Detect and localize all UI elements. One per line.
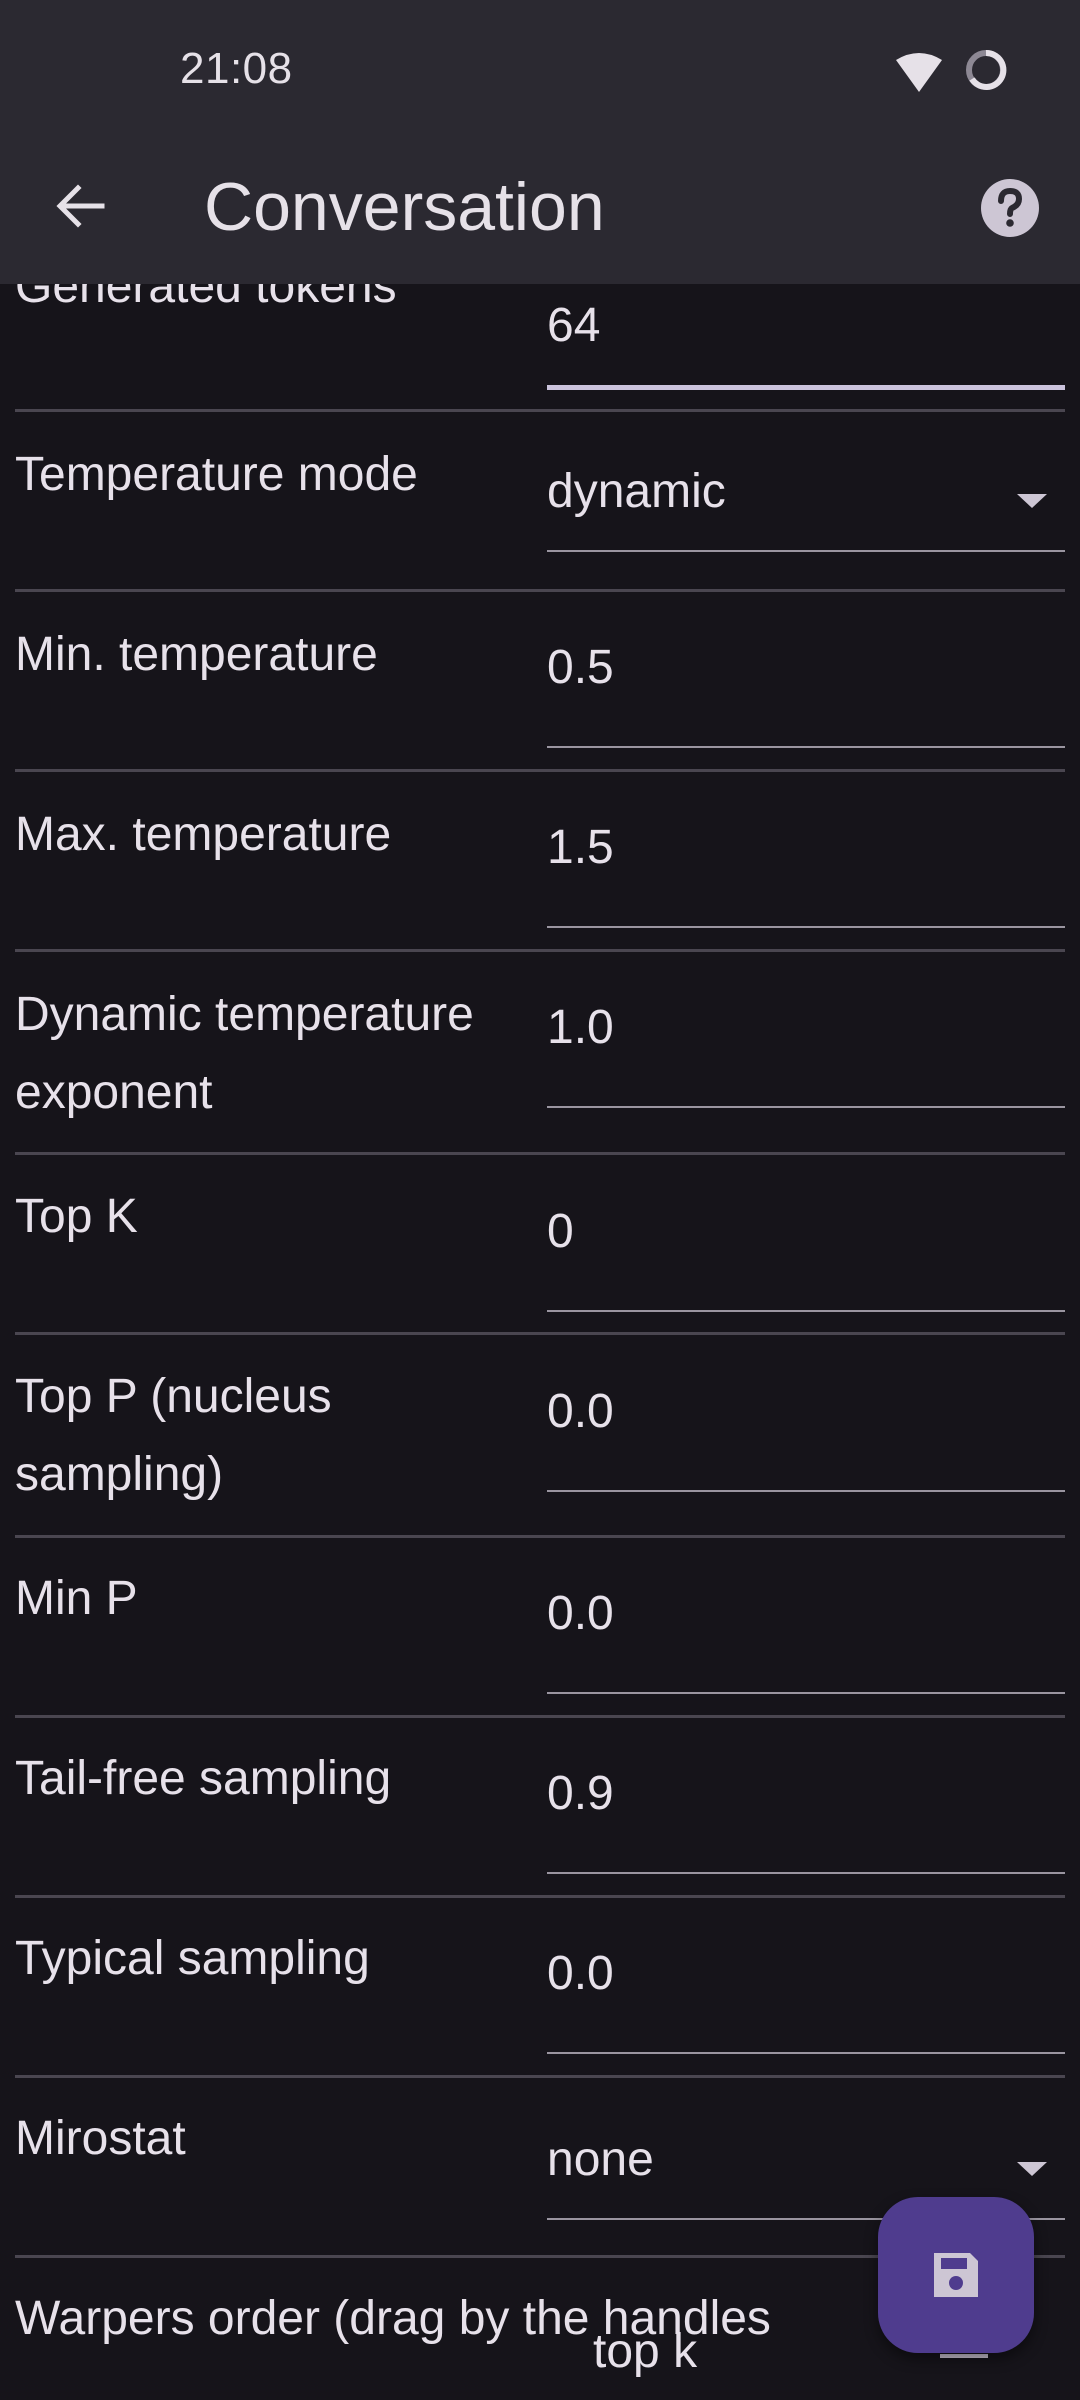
dropdown-arrow-icon bbox=[1017, 2162, 1047, 2176]
settings-list: Generated tokens 64 Temperature mode dyn… bbox=[0, 284, 1080, 2400]
field-value: 64 bbox=[547, 299, 601, 352]
arrow-back-icon bbox=[56, 184, 105, 228]
field-underline bbox=[547, 1106, 1065, 1108]
help-button[interactable] bbox=[970, 168, 1050, 248]
field-underline bbox=[547, 1490, 1065, 1492]
field-value: 0.0 bbox=[547, 1385, 614, 1438]
back-button[interactable] bbox=[40, 166, 120, 246]
field-value: 0.5 bbox=[547, 641, 614, 694]
drag-handle-icon[interactable] bbox=[940, 2354, 988, 2358]
warper-item-top-k: top k bbox=[593, 2325, 698, 2378]
page-title: Conversation bbox=[204, 169, 605, 245]
app-bar: Conversation bbox=[0, 140, 1080, 284]
wifi-icon bbox=[896, 53, 942, 92]
field-value: 0.0 bbox=[547, 1947, 614, 2000]
setting-label: Mirostat bbox=[15, 2112, 186, 2165]
divider bbox=[15, 949, 1065, 952]
setting-label: Temperature mode bbox=[15, 448, 418, 501]
divider bbox=[15, 1895, 1065, 1898]
field-value: none bbox=[547, 2133, 654, 2186]
setting-label: Max. temperature bbox=[15, 808, 392, 861]
field-value: 1.0 bbox=[547, 1001, 614, 1054]
save-button[interactable] bbox=[878, 2197, 1034, 2353]
field-value: dynamic bbox=[547, 465, 726, 518]
field-value: 0 bbox=[547, 1205, 574, 1258]
divider bbox=[15, 409, 1065, 412]
status-time: 21:08 bbox=[180, 44, 293, 93]
field-underline bbox=[547, 1872, 1065, 1874]
field-underline bbox=[547, 385, 1065, 390]
field-value: 0.9 bbox=[547, 1767, 614, 1820]
field-underline bbox=[547, 550, 1065, 552]
setting-label: Tail-free sampling bbox=[15, 1752, 392, 1805]
divider bbox=[15, 589, 1065, 592]
dropdown-arrow-icon bbox=[1017, 494, 1047, 508]
field-underline bbox=[547, 746, 1065, 748]
divider bbox=[15, 2075, 1065, 2078]
save-icon bbox=[934, 2253, 978, 2297]
divider bbox=[15, 1152, 1065, 1155]
field-value: 1.5 bbox=[547, 821, 614, 874]
setting-label: Top K bbox=[15, 1190, 138, 1243]
setting-label: Warpers order (drag by the handles bbox=[15, 2292, 771, 2345]
setting-label: Min P bbox=[15, 1572, 138, 1625]
field-underline bbox=[547, 926, 1065, 928]
battery-ring-icon bbox=[966, 49, 1007, 90]
setting-label: Dynamic temperature exponent bbox=[15, 988, 474, 1119]
setting-label: Top P (nucleus sampling) bbox=[15, 1370, 332, 1501]
divider bbox=[15, 1535, 1065, 1538]
divider bbox=[15, 1715, 1065, 1718]
field-underline bbox=[547, 1692, 1065, 1694]
setting-label: Min. temperature bbox=[15, 628, 378, 681]
divider bbox=[15, 1332, 1065, 1335]
divider bbox=[15, 769, 1065, 772]
status-bar: 21:08 bbox=[0, 0, 1080, 140]
help-icon bbox=[981, 179, 1039, 237]
setting-label: Generated tokens bbox=[15, 284, 397, 313]
field-underline bbox=[547, 2052, 1065, 2054]
setting-label: Typical sampling bbox=[15, 1932, 370, 1985]
screen: 21:08 Conversation Generated tokens 64 T… bbox=[0, 0, 1080, 2400]
field-value: 0.0 bbox=[547, 1587, 614, 1640]
field-underline bbox=[547, 1310, 1065, 1312]
